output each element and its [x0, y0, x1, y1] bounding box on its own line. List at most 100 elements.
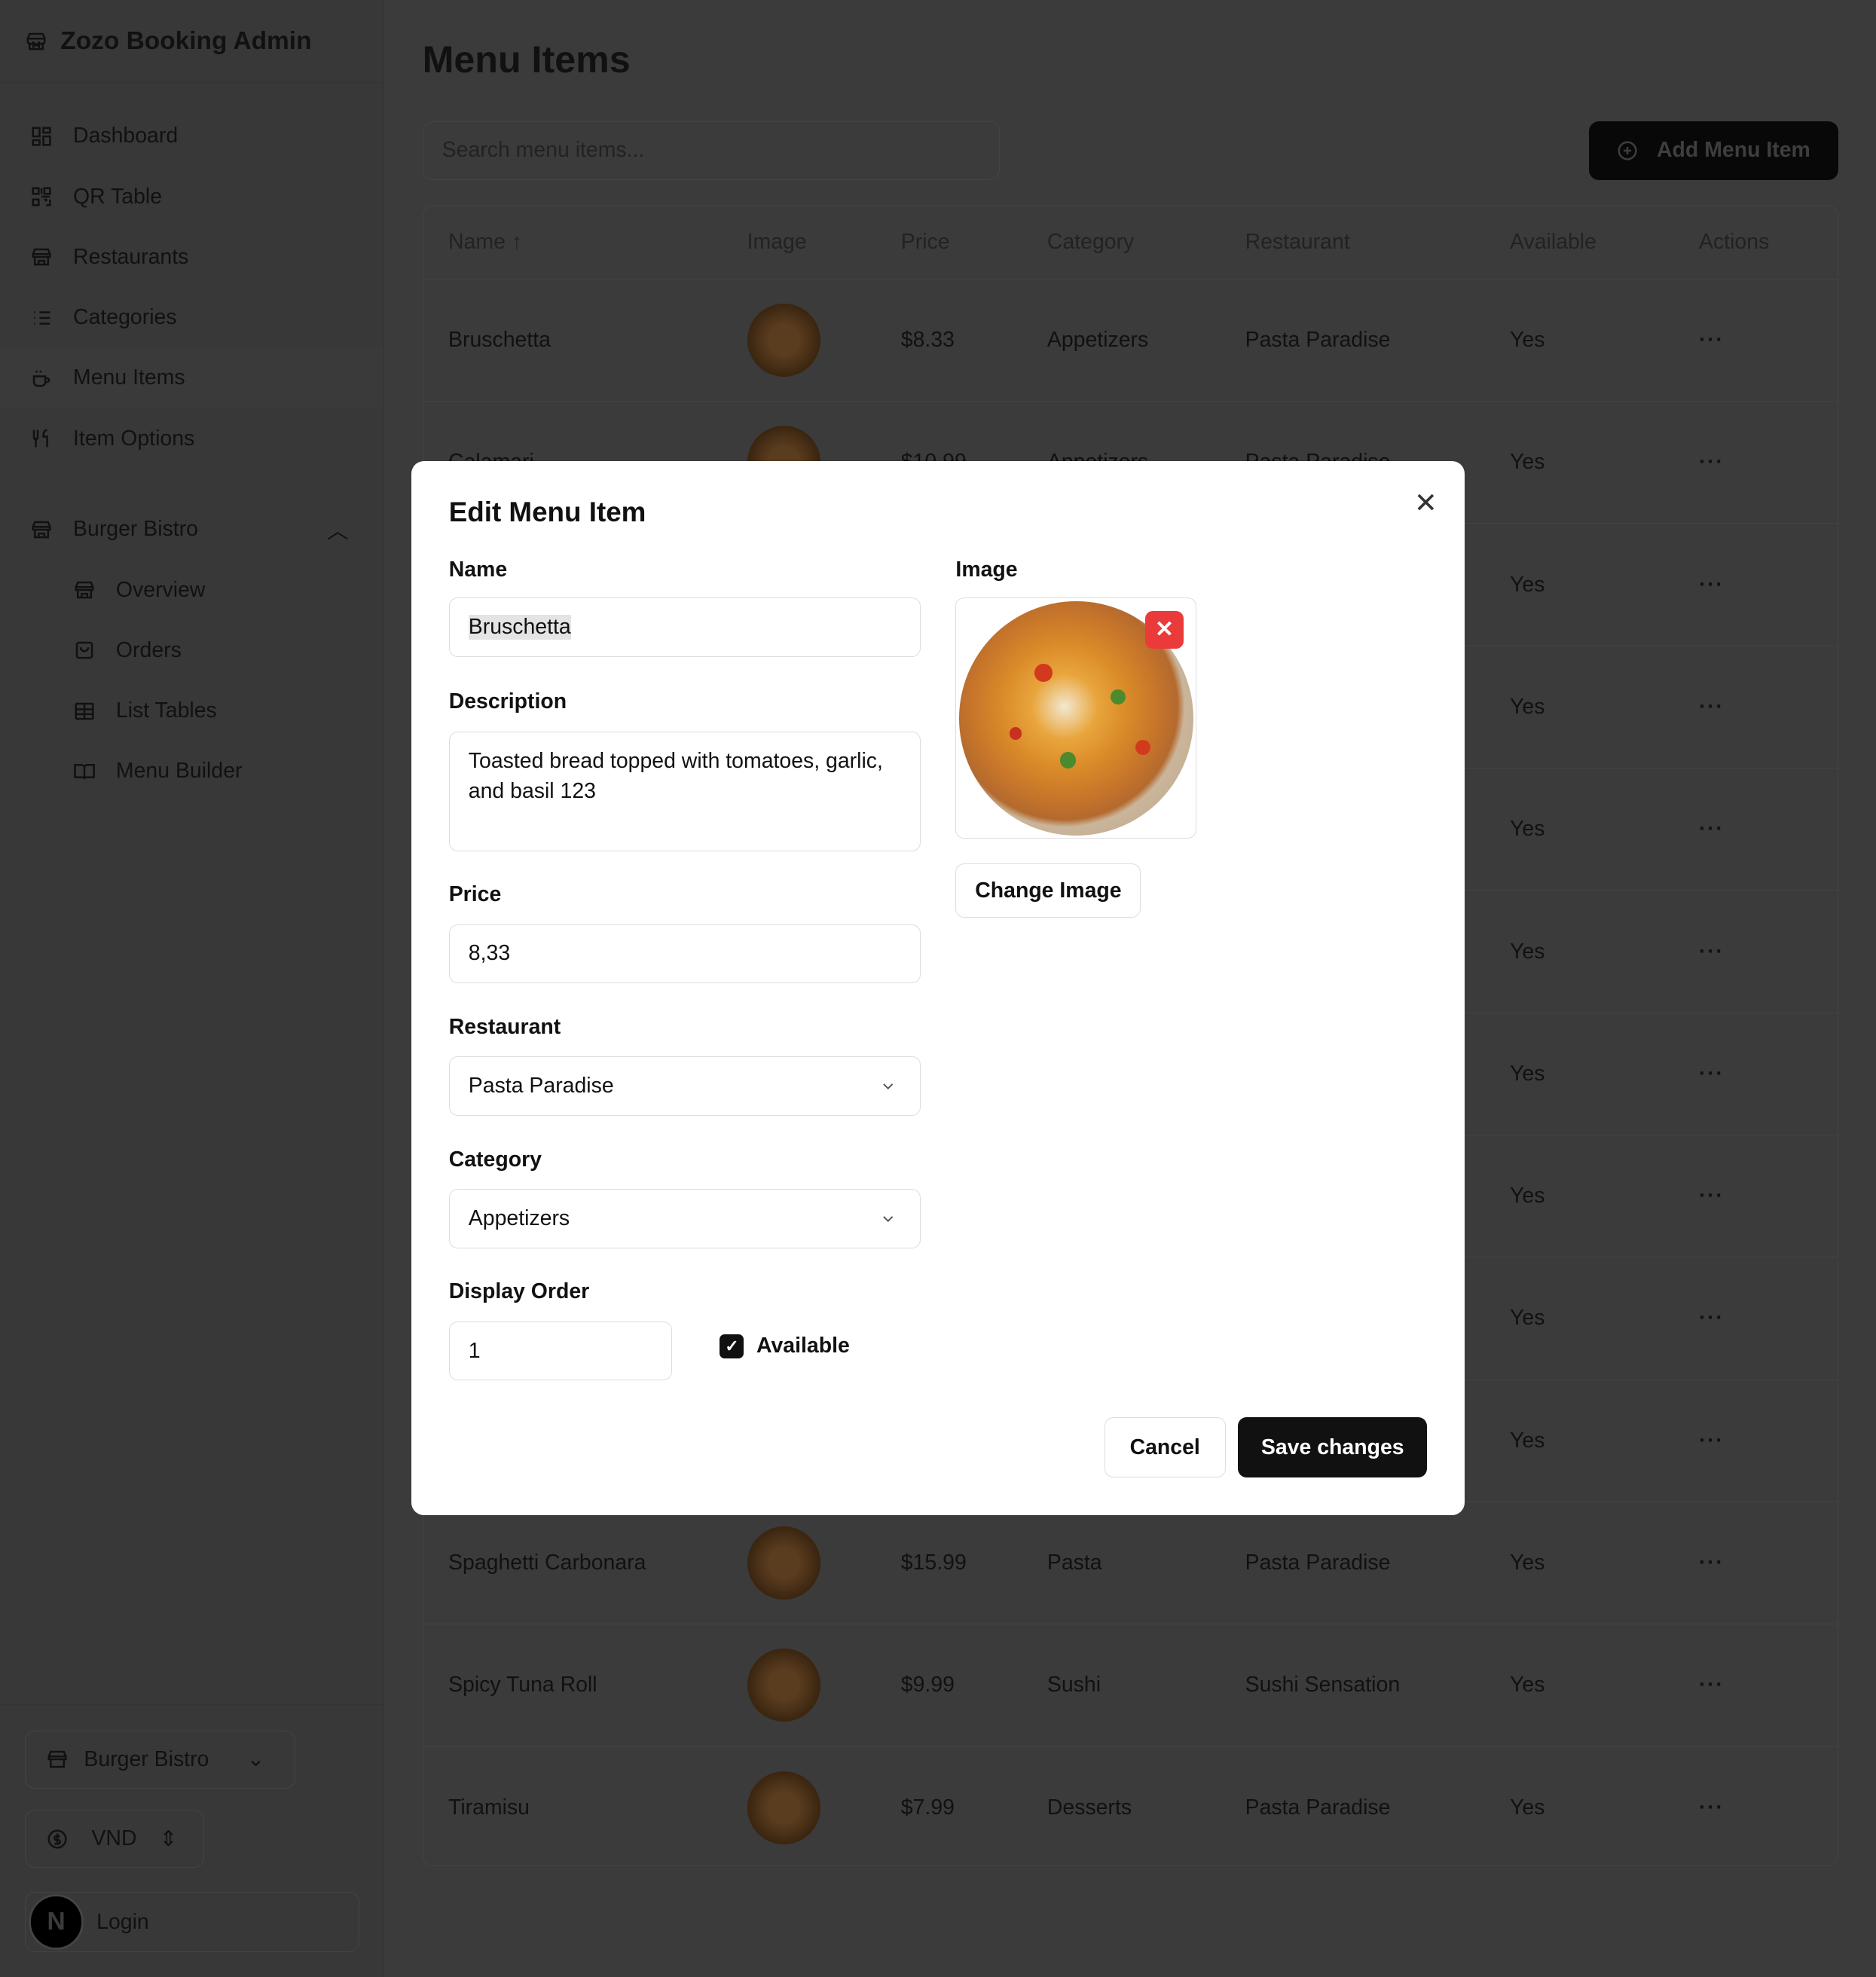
column-header: Price: [900, 230, 950, 255]
image-preview: ✕: [955, 597, 1197, 839]
cell-name: Bruschetta: [448, 327, 551, 352]
cell-name: Spicy Tuna Roll: [448, 1673, 597, 1697]
login-button[interactable]: N Login: [25, 1892, 359, 1953]
image-label: Image: [955, 557, 1018, 582]
change-image-button[interactable]: Change Image: [955, 863, 1141, 918]
cell-available: Yes: [1510, 327, 1545, 352]
search-input[interactable]: Search menu items...: [422, 121, 1000, 181]
category-label: Category: [448, 1147, 542, 1172]
sidebar-item-categories[interactable]: Categories: [0, 287, 383, 347]
add-menu-item-button[interactable]: Add Menu Item: [1588, 121, 1838, 181]
more-actions-icon[interactable]: ···: [1699, 940, 1724, 964]
sidebar-item-menu-builder[interactable]: Menu Builder: [0, 741, 383, 802]
sidebar-item-label: Categories: [73, 305, 177, 330]
sidebar-item-menu-items[interactable]: Menu Items: [0, 347, 384, 409]
save-changes-button[interactable]: Save changes: [1238, 1416, 1428, 1478]
chevron-updown-icon: ⇕: [159, 1826, 178, 1851]
add-label: Add Menu Item: [1657, 138, 1810, 163]
more-actions-icon[interactable]: ···: [1699, 695, 1724, 719]
store-icon: [46, 1748, 69, 1771]
table-row[interactable]: Tiramisu $7.99 Desserts Pasta Paradise Yes ··…: [423, 1747, 1838, 1865]
more-actions-icon[interactable]: ···: [1699, 1062, 1724, 1086]
restaurant-value: Pasta Paradise: [468, 1074, 614, 1099]
item-thumbnail: [747, 1649, 820, 1722]
table-row[interactable]: Spicy Tuna Roll $9.99 Sushi Sushi Sensation…: [423, 1624, 1838, 1747]
more-actions-icon[interactable]: ···: [1699, 817, 1724, 841]
sidebar-item-item-options[interactable]: Item Options: [0, 408, 383, 469]
sidebar-item-dashboard[interactable]: Dashboard: [0, 106, 383, 167]
cell-restaurant: Pasta Paradise: [1245, 1551, 1391, 1575]
remove-image-button[interactable]: ✕: [1145, 610, 1184, 649]
column-header: Restaurant: [1245, 230, 1350, 255]
sidebar-item-qr-table[interactable]: QR Table: [0, 167, 383, 227]
sidebar-group-label: Burger Bistro: [73, 517, 198, 542]
description-textarea[interactable]: Toasted bread topped with tomatoes, garl…: [448, 731, 921, 851]
login-label: Login: [96, 1909, 149, 1934]
sidebar-item-label: Restaurants: [73, 244, 189, 269]
more-actions-icon[interactable]: ···: [1699, 1673, 1724, 1697]
plus-circle-icon: [1616, 139, 1639, 162]
sidebar-item-label: QR Table: [73, 184, 163, 209]
cell-price: $15.99: [900, 1551, 967, 1575]
currency-select[interactable]: VND ⇕: [25, 1810, 205, 1869]
cell-available: Yes: [1510, 1184, 1545, 1209]
more-actions-icon[interactable]: ···: [1699, 328, 1724, 352]
sidebar-item-restaurants[interactable]: Restaurants: [0, 227, 383, 287]
qr-icon: [30, 185, 53, 208]
more-actions-icon[interactable]: ···: [1699, 1429, 1724, 1453]
utensils-icon: [30, 427, 53, 450]
cell-category: Pasta: [1046, 1551, 1102, 1575]
cell-restaurant: Pasta Paradise: [1245, 327, 1391, 352]
restaurant-select[interactable]: Pasta Paradise: [448, 1056, 921, 1116]
sidebar-item-label: Item Options: [73, 426, 195, 451]
column-header[interactable]: Name ↑: [423, 230, 747, 255]
table-icon: [73, 700, 96, 723]
sidebar-item-overview[interactable]: Overview: [0, 560, 383, 620]
more-actions-icon[interactable]: ···: [1699, 1551, 1724, 1575]
price-input[interactable]: 8,33: [448, 924, 921, 984]
cell-available: Yes: [1510, 694, 1545, 719]
more-actions-icon[interactable]: ···: [1699, 1795, 1724, 1820]
cell-category: Desserts: [1046, 1795, 1132, 1820]
more-actions-icon[interactable]: ···: [1699, 573, 1724, 597]
name-label: Name: [448, 557, 508, 582]
description-label: Description: [448, 689, 567, 714]
table-header: Name ↑ Image Price Category Restaurant Availa…: [423, 206, 1838, 280]
display-order-value: 1: [468, 1338, 481, 1363]
orders-icon: [73, 639, 96, 662]
app-title: Zozo Booking Admin: [60, 26, 312, 55]
book-icon: [73, 760, 96, 783]
name-input[interactable]: Bruschetta: [448, 597, 921, 657]
store-icon: [73, 579, 96, 601]
more-actions-icon[interactable]: ···: [1699, 1306, 1724, 1330]
cell-available: Yes: [1510, 1061, 1545, 1086]
brand[interactable]: Zozo Booking Admin: [0, 0, 384, 84]
sidebar-item-list-tables[interactable]: List Tables: [0, 681, 383, 741]
more-actions-icon[interactable]: ···: [1699, 450, 1724, 474]
cell-restaurant: Pasta Paradise: [1245, 1795, 1391, 1820]
currency-value: VND: [91, 1826, 137, 1851]
store-icon: [30, 246, 53, 268]
cancel-button[interactable]: Cancel: [1104, 1416, 1226, 1478]
more-actions-icon[interactable]: ···: [1699, 1184, 1724, 1208]
display-order-input[interactable]: 1: [448, 1321, 672, 1381]
cell-restaurant: Sushi Sensation: [1245, 1673, 1401, 1697]
chevron-up-icon: ︿: [327, 519, 349, 544]
category-select[interactable]: Appetizers: [448, 1189, 921, 1248]
cell-available: Yes: [1510, 1428, 1545, 1453]
cell-available: Yes: [1510, 1795, 1545, 1820]
sidebar-group-burger-bistro[interactable]: Burger Bistro ︿: [0, 500, 383, 560]
close-icon[interactable]: ✕: [1414, 487, 1438, 519]
available-checkbox[interactable]: ✓ Available: [720, 1334, 850, 1358]
cell-available: Yes: [1510, 1551, 1545, 1575]
sidebar-item-orders[interactable]: Orders: [0, 620, 383, 680]
price-label: Price: [448, 882, 502, 907]
restaurant-select-value: Burger Bistro: [84, 1746, 209, 1771]
table-row[interactable]: Bruschetta $8.33 Appetizers Pasta Paradise Y…: [423, 280, 1838, 402]
edit-menu-item-dialog: Edit Menu Item ✕ Name Bruschetta Descrip…: [411, 461, 1465, 1516]
available-label: Available: [756, 1334, 850, 1358]
table-row[interactable]: Spaghetti Carbonara $15.99 Pasta Pasta Para…: [423, 1502, 1838, 1625]
restaurant-select[interactable]: Burger Bistro ⌄: [25, 1730, 295, 1789]
column-header: Image: [747, 230, 807, 255]
cell-price: $9.99: [900, 1673, 955, 1697]
